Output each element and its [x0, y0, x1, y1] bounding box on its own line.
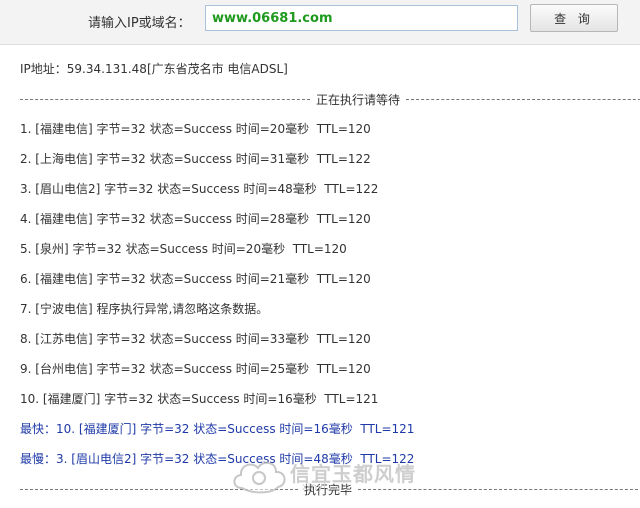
ip-label: IP地址： [20, 62, 67, 76]
running-separator: 正在执行请等待 [20, 91, 640, 107]
result-row: 7. [宁波电信] 程序执行异常,请忽略这条数据。 [20, 302, 269, 316]
result-row: 1. [福建电信] 字节=32 状态=Success 时间=20毫秒 TTL=1… [20, 122, 371, 136]
search-bar: 请输入IP或域名： 查 询 [0, 0, 640, 45]
done-label: 执行完毕 [304, 482, 353, 497]
done-separator: 执行完毕 [20, 481, 640, 497]
query-button[interactable]: 查 询 [530, 4, 618, 32]
result-row: 4. [福建电信] 字节=32 状态=Success 时间=28毫秒 TTL=1… [20, 212, 371, 226]
result-row: 8. [江苏电信] 字节=32 状态=Success 时间=33毫秒 TTL=1… [20, 332, 371, 346]
fastest-result: 最快：10. [福建厦门] 字节=32 状态=Success 时间=16毫秒 T… [20, 422, 415, 436]
separator-dash-right [358, 489, 639, 490]
separator-dash-right [406, 99, 640, 100]
separator-dash-left [20, 99, 310, 100]
search-input[interactable] [205, 5, 518, 31]
slowest-result: 最慢：3. [眉山电信2] 字节=32 状态=Success 时间=48毫秒 T… [20, 452, 415, 466]
result-row: 10. [福建厦门] 字节=32 状态=Success 时间=16毫秒 TTL=… [20, 392, 379, 406]
result-row: 3. [眉山电信2] 字节=32 状态=Success 时间=48毫秒 TTL=… [20, 182, 379, 196]
result-row: 5. [泉州] 字节=32 状态=Success 时间=20毫秒 TTL=120 [20, 242, 347, 256]
ip-value: 59.34.131.48[广东省茂名市 电信ADSL] [66, 62, 288, 76]
result-row: 2. [上海电信] 字节=32 状态=Success 时间=31毫秒 TTL=1… [20, 152, 371, 166]
result-row: 6. [福建电信] 字节=32 状态=Success 时间=21毫秒 TTL=1… [20, 272, 371, 286]
separator-dash-left [20, 489, 298, 490]
running-label: 正在执行请等待 [316, 92, 401, 107]
result-row: 9. [台州电信] 字节=32 状态=Success 时间=25毫秒 TTL=1… [20, 362, 371, 376]
search-label: 请输入IP或域名： [88, 16, 191, 31]
ip-info: IP地址：59.34.131.48[广东省茂名市 电信ADSL] [20, 61, 630, 77]
